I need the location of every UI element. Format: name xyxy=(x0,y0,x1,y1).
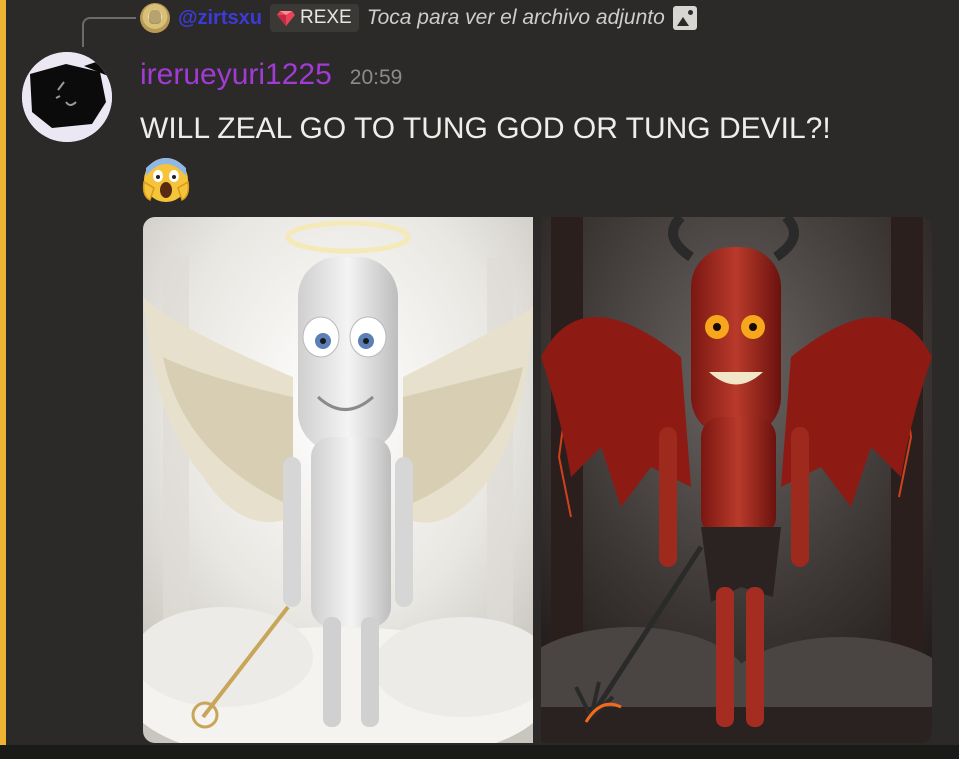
devil-illustration xyxy=(541,217,932,743)
message-header: irerueyuri1225 20:59 xyxy=(140,58,402,92)
message-username[interactable]: irerueyuri1225 xyxy=(140,58,332,92)
attachment-image-angel[interactable] xyxy=(143,217,533,743)
gem-icon xyxy=(276,11,295,26)
bottom-edge xyxy=(0,745,959,759)
mention-highlight-bar xyxy=(0,0,6,745)
chat-message-view: @zirtsxu REXE Toca para ver el archivo a… xyxy=(0,0,959,759)
screaming-face-emoji xyxy=(142,158,190,202)
reply-username[interactable]: @zirtsxu xyxy=(178,7,262,30)
role-badge: REXE xyxy=(269,4,359,32)
reply-avatar[interactable] xyxy=(140,3,170,33)
image-icon xyxy=(672,6,697,30)
reply-reference[interactable]: @zirtsxu REXE Toca para ver el archivo a… xyxy=(140,2,697,34)
angel-illustration xyxy=(143,217,533,743)
message-timestamp[interactable]: 20:59 xyxy=(350,66,403,90)
avatar-drawing xyxy=(22,52,112,142)
user-avatar[interactable] xyxy=(22,52,112,142)
message-text: WILL ZEAL GO TO TUNG GOD OR TUNG DEVIL?! xyxy=(140,112,831,145)
attachment-image-devil[interactable] xyxy=(541,217,932,743)
reply-connector-line xyxy=(82,17,136,47)
reply-preview-text[interactable]: Toca para ver el archivo adjunto xyxy=(367,6,665,30)
role-badge-label: REXE xyxy=(299,7,352,28)
